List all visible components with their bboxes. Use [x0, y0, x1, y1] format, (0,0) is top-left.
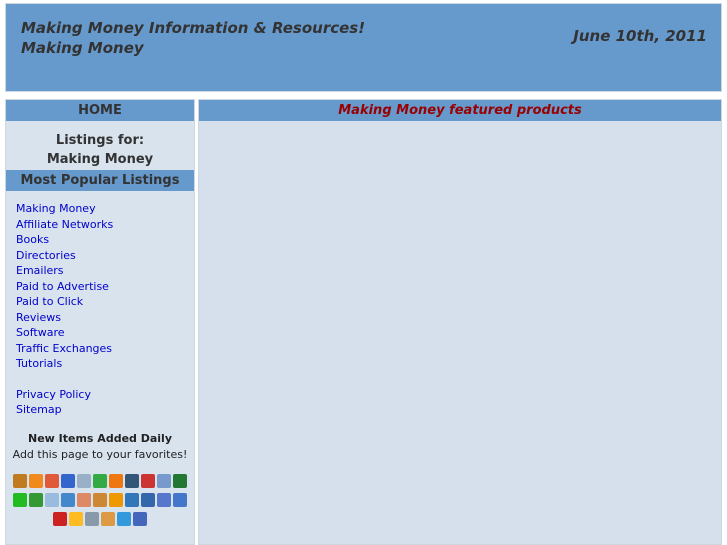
bluedot-icon[interactable] [101, 512, 115, 526]
nav-item: Software [16, 325, 194, 341]
most-popular-heading: Most Popular Listings [6, 170, 194, 191]
tailrank-icon[interactable] [157, 493, 171, 507]
feedmelinks-icon[interactable] [93, 474, 107, 488]
wink-icon[interactable] [69, 512, 83, 526]
newsvine-icon[interactable] [173, 474, 187, 488]
thumbtack-icon[interactable] [53, 512, 67, 526]
nav-item: Reviews [16, 310, 194, 326]
nav-item: Affiliate Networks [16, 217, 194, 233]
segnalo-icon[interactable] [61, 493, 75, 507]
main-content: Making Money featured products [198, 99, 722, 545]
magnolia-icon[interactable] [157, 474, 171, 488]
nav-item: Emailers [16, 263, 194, 279]
nav-link-books[interactable]: Books [16, 233, 49, 246]
nav-link-affiliate-networks[interactable]: Affiliate Networks [16, 218, 113, 231]
privacy-policy-link[interactable]: Privacy Policy [16, 388, 91, 401]
linkagogo-icon[interactable] [125, 474, 139, 488]
blinklist-icon[interactable] [29, 474, 43, 488]
furl-icon[interactable] [109, 474, 123, 488]
reddit-icon[interactable] [29, 493, 43, 507]
nav-item: Making Money [16, 201, 194, 217]
home-link[interactable]: HOME [6, 100, 194, 121]
nav-item: Books [16, 232, 194, 248]
category-nav: Making Money Affiliate Networks Books Di… [6, 191, 194, 418]
featured-products-heading: Making Money featured products [199, 100, 721, 121]
rojo-icon[interactable] [45, 493, 59, 507]
squirl-icon[interactable] [13, 474, 27, 488]
sitemap-link[interactable]: Sitemap [16, 403, 62, 416]
nav-item: Traffic Exchanges [16, 341, 194, 357]
nav-link-making-money[interactable]: Making Money [16, 202, 96, 215]
wists-icon[interactable] [85, 512, 99, 526]
google-icon[interactable] [133, 512, 147, 526]
new-items-text: New Items Added Daily [28, 431, 172, 445]
yahoo-myweb-icon[interactable] [141, 474, 155, 488]
listings-for: Listings for: Making Money [6, 131, 194, 169]
nav-item: Paid to Advertise [16, 279, 194, 295]
nav-link-software[interactable]: Software [16, 326, 65, 339]
technorati-icon[interactable] [173, 493, 187, 507]
nav-item: Sitemap [16, 402, 194, 418]
stumbleupon-icon[interactable] [141, 493, 155, 507]
shadows-icon[interactable] [77, 493, 91, 507]
sidebar: HOME Listings for: Making Money Most Pop… [5, 99, 195, 545]
site-title-line2: Making Money [21, 39, 144, 57]
netvouz-icon[interactable] [13, 493, 27, 507]
spurl-icon[interactable] [109, 493, 123, 507]
nav-link-tutorials[interactable]: Tutorials [16, 357, 62, 370]
nav-link-paid-to-click[interactable]: Paid to Click [16, 295, 83, 308]
simpy-icon[interactable] [93, 493, 107, 507]
header-date: June 10th, 2011 [573, 27, 707, 45]
listings-for-label: Listings for: [55, 133, 145, 148]
add-favorites-text: Add this page to your favorites! [12, 447, 188, 461]
site-title: Making Money Information & Resources! Ma… [21, 18, 365, 58]
nav-link-directories[interactable]: Directories [16, 249, 76, 262]
bookmark-icons [6, 471, 194, 528]
site-header: Making Money Information & Resources! Ma… [5, 3, 722, 92]
site-title-line1: Making Money Information & Resources! [21, 19, 366, 37]
nav-item: Paid to Click [16, 294, 194, 310]
diigo-icon[interactable] [77, 474, 91, 488]
blogmarks-icon[interactable] [45, 474, 59, 488]
nav-link-reviews[interactable]: Reviews [16, 311, 61, 324]
nav-link-paid-to-advertise[interactable]: Paid to Advertise [16, 280, 109, 293]
nav-item: Tutorials [16, 356, 194, 372]
nav-item: Privacy Policy [16, 387, 194, 403]
nav-link-traffic-exchanges[interactable]: Traffic Exchanges [16, 342, 112, 355]
delicious-icon[interactable] [61, 474, 75, 488]
netscape-icon[interactable] [125, 493, 139, 507]
nav-item: Directories [16, 248, 194, 264]
nav-link-emailers[interactable]: Emailers [16, 264, 64, 277]
connotea-icon[interactable] [117, 512, 131, 526]
listings-category: Making Money [46, 152, 154, 167]
